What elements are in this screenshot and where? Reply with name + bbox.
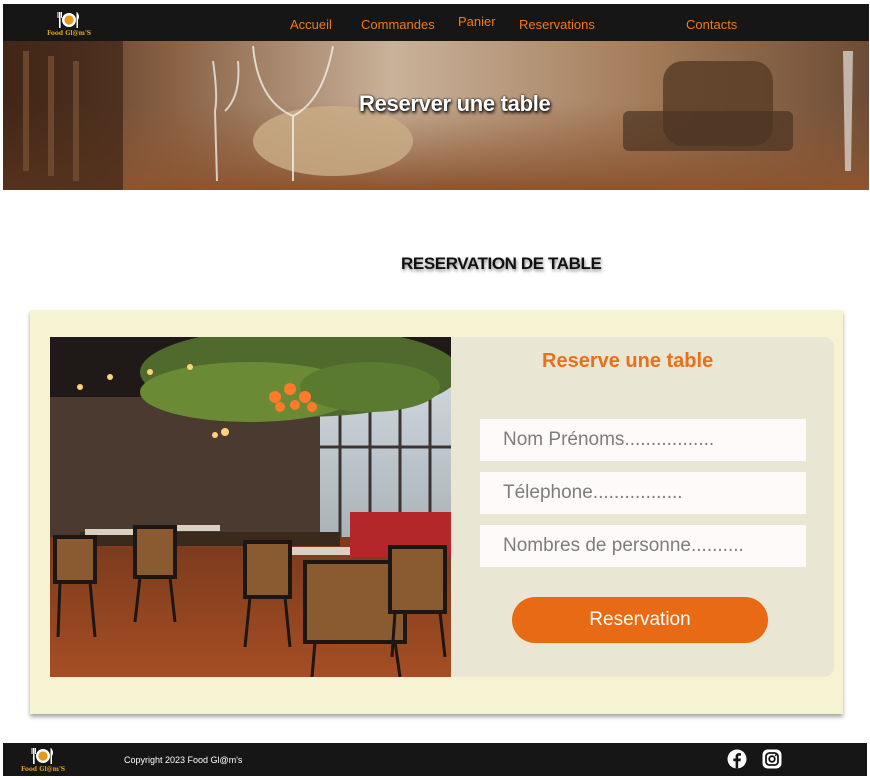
restaurant-photo (50, 337, 451, 677)
phone-field[interactable] (480, 472, 806, 514)
hero-banner: Reserver une table (3, 41, 869, 190)
footer: Food Gl@m'S Copyright 2023 Food Gl@m's (3, 743, 867, 776)
nav-link-contacts[interactable]: Contacts (686, 17, 737, 32)
name-field[interactable] (480, 419, 806, 461)
guests-field[interactable] (480, 525, 806, 567)
section-title: RESERVATION DE TABLE (401, 254, 602, 273)
facebook-icon[interactable] (727, 749, 747, 769)
reservation-button[interactable]: Reservation (512, 597, 768, 643)
restaurant-interior-image (50, 337, 451, 677)
footer-logo[interactable]: Food Gl@m'S (21, 746, 65, 773)
form-title: Reserve une table (542, 350, 714, 372)
nav-link-commandes[interactable]: Commandes (361, 17, 435, 32)
brand-name: Food Gl@m'S (47, 30, 92, 37)
top-navbar: Food Gl@m'S Accueil Commandes Panier Res… (3, 4, 869, 41)
plate-cutlery-icon (31, 748, 54, 764)
copyright-text: Copyright 2023 Food Gl@m's (124, 755, 243, 765)
instagram-icon[interactable] (762, 749, 782, 769)
brand-logo[interactable]: Food Gl@m'S (47, 10, 91, 37)
nav-link-reservations[interactable]: Reservations (519, 17, 595, 32)
nav-link-accueil[interactable]: Accueil (290, 17, 332, 32)
footer-brand-name: Food Gl@m'S (21, 766, 66, 773)
plate-cutlery-icon (57, 12, 80, 28)
nav-link-panier[interactable]: Panier (458, 14, 496, 29)
hero-title: Reserver une table (359, 91, 551, 116)
